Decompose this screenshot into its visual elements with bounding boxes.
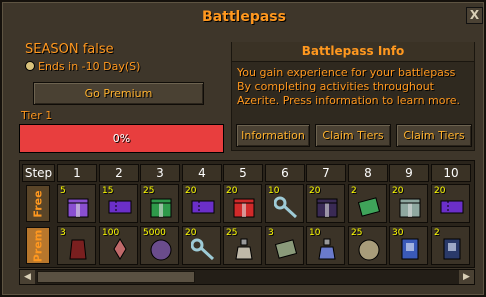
reward-quantity: 20 — [226, 186, 238, 196]
shard-icon — [113, 238, 127, 260]
free-row-label: Free — [26, 185, 50, 222]
reward-quantity: 25 — [143, 186, 155, 196]
free-reward-slot[interactable]: 20 — [389, 184, 428, 223]
tier-progress-text: 0% — [112, 132, 131, 145]
info-line: Azerite. Press information to learn more… — [237, 94, 461, 107]
prem-reward-slot[interactable]: 2 — [431, 226, 470, 265]
season-label: SEASON false — [25, 42, 114, 57]
reward-quantity: 20 — [185, 228, 197, 238]
close-button[interactable]: X — [466, 7, 483, 24]
free-reward-slot[interactable]: 10 — [265, 184, 304, 223]
green-gift-icon — [150, 198, 172, 218]
prem-reward-slot[interactable]: 10 — [306, 226, 345, 265]
step-number: 9 — [389, 164, 429, 182]
prem-reward-slot[interactable]: 3 — [265, 226, 304, 265]
tome-icon — [443, 238, 461, 260]
info-line: By completing activities throughout — [237, 80, 434, 93]
reward-quantity: 20 — [392, 186, 404, 196]
prem-reward-slot[interactable]: 3 — [57, 226, 96, 265]
step-number: 2 — [99, 164, 139, 182]
purple-ticket-icon — [191, 200, 215, 214]
step-number: 10 — [431, 164, 471, 182]
reward-quantity: 10 — [309, 228, 321, 238]
mystery-box-icon — [67, 198, 89, 218]
tier-progress-bar: 0% — [19, 124, 224, 153]
step-header: Step — [22, 164, 55, 182]
prem-reward-slot[interactable]: 30 — [389, 226, 428, 265]
green-scroll-icon — [357, 197, 381, 217]
prem-reward-slot[interactable]: 25 — [223, 226, 262, 265]
season-ends-text: Ends in -10 Day(S) — [38, 60, 141, 73]
tier-label: Tier 1 — [21, 109, 53, 122]
reward-quantity: 3 — [268, 228, 274, 238]
prem-reward-slot[interactable]: 5000 — [140, 226, 179, 265]
scroll-left-arrow[interactable]: ◀ — [20, 270, 35, 284]
free-reward-slot[interactable]: 5 — [57, 184, 96, 223]
go-premium-button[interactable]: Go Premium — [33, 82, 204, 105]
potion-icon — [235, 238, 253, 260]
free-reward-slot[interactable]: 20 — [182, 184, 221, 223]
purple-ticket-icon — [440, 200, 464, 214]
dark-box-icon — [316, 198, 338, 218]
clock-icon — [25, 61, 35, 71]
free-reward-slot[interactable]: 20 — [431, 184, 470, 223]
step-number: 1 — [57, 164, 97, 182]
reward-quantity: 15 — [102, 186, 114, 196]
spellbook-icon — [401, 238, 419, 260]
info-text: You gain experience for your battlepass … — [237, 66, 471, 108]
cape-icon — [69, 239, 87, 260]
orb-icon — [150, 239, 172, 261]
free-reward-slot[interactable]: 20 — [306, 184, 345, 223]
step-number: 7 — [306, 164, 346, 182]
reward-quantity: 100 — [102, 228, 120, 238]
chest-icon — [399, 198, 421, 218]
horizontal-scrollbar[interactable]: ◀ ▶ — [19, 269, 475, 285]
reward-quantity: 20 — [185, 186, 197, 196]
reward-quantity: 5000 — [143, 228, 166, 238]
information-button[interactable]: Information — [236, 124, 310, 147]
info-line: You gain experience for your battlepass — [237, 66, 456, 79]
step-number: 6 — [265, 164, 305, 182]
window-title: Battlepass — [202, 9, 286, 25]
info-title: Battlepass Info — [232, 42, 474, 62]
step-number: 3 — [140, 164, 180, 182]
free-reward-slot[interactable]: 2 — [348, 184, 387, 223]
scroll-thumb[interactable] — [37, 271, 195, 283]
key-icon — [274, 196, 298, 219]
step-number: 5 — [223, 164, 263, 182]
prem-row-label: Prem — [26, 227, 50, 264]
battlepass-window: Battlepass X SEASON false Ends in -10 Da… — [0, 0, 486, 297]
claim-tiers-button-2[interactable]: Claim Tiers — [396, 124, 472, 147]
step-number: 8 — [348, 164, 388, 182]
reward-quantity: 5 — [60, 186, 66, 196]
reward-quantity: 30 — [392, 228, 404, 238]
scroll-right-arrow[interactable]: ▶ — [459, 270, 474, 284]
claim-tiers-button[interactable]: Claim Tiers — [315, 124, 391, 147]
key-icon — [191, 238, 215, 261]
reward-quantity: 3 — [60, 228, 66, 238]
prem-reward-slot[interactable]: 25 — [348, 226, 387, 265]
red-gift-icon — [233, 198, 255, 218]
reward-quantity: 10 — [268, 186, 280, 196]
reward-quantity: 25 — [226, 228, 238, 238]
reward-quantity: 2 — [434, 228, 440, 238]
step-number: 4 — [182, 164, 222, 182]
free-reward-slot[interactable]: 20 — [223, 184, 262, 223]
map-scroll-icon — [274, 239, 298, 259]
reward-quantity: 25 — [351, 228, 363, 238]
free-reward-slot[interactable]: 25 — [140, 184, 179, 223]
free-reward-slot[interactable]: 15 — [99, 184, 138, 223]
purple-ticket-icon — [108, 200, 132, 214]
reward-quantity: 2 — [351, 186, 357, 196]
coin-pouch-icon — [358, 239, 380, 261]
season-countdown: Ends in -10 Day(S) — [25, 60, 140, 73]
prem-reward-slot[interactable]: 20 — [182, 226, 221, 265]
prem-reward-slot[interactable]: 100 — [99, 226, 138, 265]
vial-icon — [318, 238, 336, 260]
reward-quantity: 20 — [309, 186, 321, 196]
reward-quantity: 20 — [434, 186, 446, 196]
